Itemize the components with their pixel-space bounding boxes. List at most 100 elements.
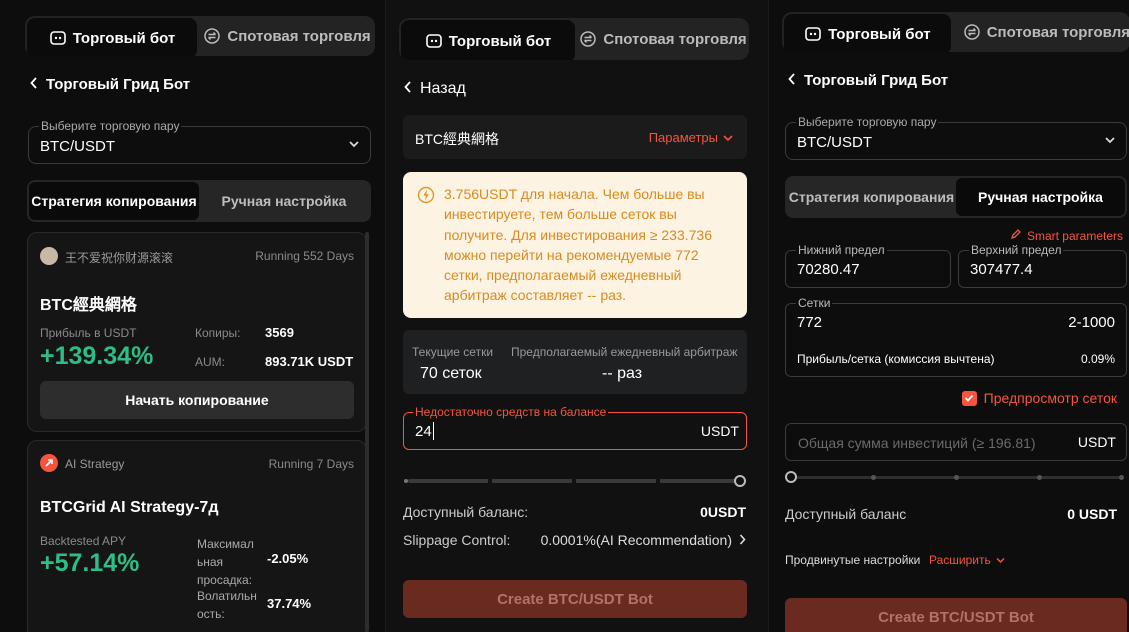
drawdown-value: -2.05% <box>267 551 309 566</box>
chevron-left-icon <box>30 76 38 93</box>
balance-value: 0 USDT <box>1067 506 1117 522</box>
investment-slider[interactable] <box>785 471 1125 485</box>
seg-manual-setup[interactable]: Ручная настройка <box>956 178 1125 216</box>
daily-arbitrage-label: Предполагаемый ежедневный арбитраж <box>511 345 738 359</box>
swap-icon <box>203 27 221 45</box>
copies-label: Копиры: <box>195 326 241 340</box>
upper-limit-value: 307477.4 <box>970 261 1033 278</box>
seg-manual-setup[interactable]: Ручная настройка <box>199 182 369 220</box>
lightning-icon <box>417 186 435 209</box>
tab-trading-bot[interactable]: Торговый бот <box>784 14 951 52</box>
start-copy-button[interactable]: Начать копирование <box>40 381 354 419</box>
smart-parameters-link[interactable]: Smart parameters <box>1010 228 1123 243</box>
slider-handle[interactable] <box>785 471 797 483</box>
daily-arbitrage-value: -- раз <box>602 365 643 382</box>
scrollbar[interactable] <box>365 232 369 632</box>
slippage-value: 0.0001%(AI Recommendation) <box>540 532 732 548</box>
investment-input[interactable]: Общая сумма инвестиций (≥ 196.81) USDT <box>785 423 1127 461</box>
apy-value: +57.14% <box>40 549 140 577</box>
investment-value: 24 <box>415 423 432 440</box>
ai-strategy-icon <box>40 454 58 472</box>
seg-copy-strategy[interactable]: Стратегия копирования <box>787 178 956 216</box>
back-button[interactable]: Торговый Грид Бот <box>30 76 190 93</box>
upper-limit-label: Верхний предел <box>969 243 1064 257</box>
card-title: BTC經典網格 <box>40 297 137 314</box>
strategy-card[interactable]: AI Strategy Running 7 Days BTCGrid AI St… <box>27 440 367 632</box>
grid-preview-toggle[interactable]: Предпросмотр сеток <box>961 390 1117 406</box>
slider-tick <box>871 475 876 480</box>
pair-select-label: Выберите торговую пару <box>796 115 939 129</box>
advanced-settings-label: Продвинутые настройки <box>785 553 921 567</box>
card-running: Running 552 Days <box>255 249 354 263</box>
apy-label: Backtested APY <box>40 534 127 548</box>
tab-spot-trading[interactable]: Спотовая торговля <box>577 18 749 60</box>
investment-input[interactable]: Недостаточно средств на балансе 24 USDT <box>403 405 747 450</box>
investment-placeholder: Общая сумма инвестиций (≥ 196.81) <box>798 435 1036 451</box>
aum-value: 893.71K USDT <box>265 354 354 369</box>
chevron-left-icon <box>404 80 412 98</box>
pair-select-value: BTC/USDT <box>40 138 115 155</box>
slippage-control[interactable]: 0.0001%(AI Recommendation) <box>541 532 746 548</box>
strategy-segment: Стратегия копирования Ручная настройка <box>785 176 1127 218</box>
strategy-name: BTC經典網格 <box>415 131 499 147</box>
chevron-down-icon <box>723 130 733 145</box>
chevron-right-icon <box>739 532 746 548</box>
profit-per-grid-label: Прибыль/сетка (комиссия вычтена) <box>797 352 995 366</box>
card-author: AI Strategy <box>65 457 125 471</box>
params-toggle[interactable]: Параметры <box>649 130 733 145</box>
tab-trading-bot[interactable]: Торговый бот <box>401 20 575 60</box>
strategy-segment: Стратегия копирования Ручная настройка <box>27 180 371 222</box>
params-label: Параметры <box>648 130 718 145</box>
slider-tick <box>954 475 959 480</box>
slider-tick <box>572 479 576 483</box>
investment-slider[interactable] <box>404 474 746 488</box>
swap-icon <box>963 23 981 41</box>
card-author: 王不爱祝你财源滚滚 <box>65 251 174 265</box>
grids-range: 2-1000 <box>1068 314 1115 331</box>
card-title: BTCGrid AI Strategy-7д <box>40 499 219 516</box>
grids-field[interactable]: Сетки 772 2-1000 Прибыль/сетка (комиссия… <box>785 296 1127 377</box>
create-bot-button[interactable]: Create BTC/USDT Bot <box>785 598 1127 632</box>
seg-copy-strategy[interactable]: Стратегия копирования <box>29 182 199 220</box>
bot-icon <box>804 25 822 43</box>
slider-tick <box>656 479 660 483</box>
create-bot-button[interactable]: Create BTC/USDT Bot <box>403 580 747 618</box>
card-running: Running 7 Days <box>268 457 354 471</box>
avatar <box>40 247 58 265</box>
strategy-header: BTC經典網格 Параметры <box>403 115 747 159</box>
current-grids-value: 70 сеток <box>420 365 482 382</box>
slider-tick <box>488 479 492 483</box>
tab-trading-bot-label: Торговый бот <box>72 29 176 47</box>
lower-limit-field[interactable]: Нижний предел 70280.47 <box>785 243 951 288</box>
pair-select-value: BTC/USDT <box>797 134 872 151</box>
slider-tick <box>1037 475 1042 480</box>
upper-limit-field[interactable]: Верхний предел 307477.4 <box>958 243 1127 288</box>
strategy-card[interactable]: 王不爱祝你财源滚滚 Running 552 Days BTC經典網格 Прибы… <box>27 232 367 432</box>
pair-select[interactable]: Выберите торговую пару BTC/USDT <box>28 119 371 164</box>
back-label: Торговый Грид Бот <box>804 72 949 89</box>
tab-spot-trading[interactable]: Спотовая торговля <box>199 16 375 56</box>
aum-label: AUM: <box>195 355 225 369</box>
back-label: Назад <box>420 80 466 97</box>
checkbox-checked-icon[interactable] <box>961 390 977 406</box>
tab-trading-bot[interactable]: Торговый бот <box>27 18 197 56</box>
smart-parameters-label: Smart parameters <box>1026 228 1123 243</box>
tab-spot-trading[interactable]: Спотовая торговля <box>953 12 1129 52</box>
pair-select[interactable]: Выберите торговую пару BTC/USDT <box>785 115 1127 160</box>
panel-grid-bot-copy: Торговый бот Спотовая торговля Торговый … <box>0 0 385 632</box>
edit-icon <box>1010 228 1022 243</box>
investment-unit: USDT <box>1077 434 1116 450</box>
investment-unit: USDT <box>700 423 739 439</box>
profit-value: +139.34% <box>40 342 154 370</box>
current-grids-label: Текущие сетки <box>412 345 494 359</box>
chevron-left-icon <box>788 72 796 89</box>
chevron-down-icon <box>348 137 360 155</box>
slider-handle[interactable] <box>734 475 746 487</box>
input-error-label: Недостаточно средств на балансе <box>413 405 609 419</box>
slider-tick <box>404 479 408 483</box>
expand-link[interactable]: Расширить <box>929 553 1005 567</box>
grid-summary: Текущие сетки 70 сеток Предполагаемый еж… <box>403 330 747 394</box>
tab-trading-bot-label: Торговый бот <box>448 32 552 50</box>
back-button[interactable]: Торговый Грид Бот <box>788 72 948 89</box>
back-button[interactable]: Назад <box>404 80 466 98</box>
